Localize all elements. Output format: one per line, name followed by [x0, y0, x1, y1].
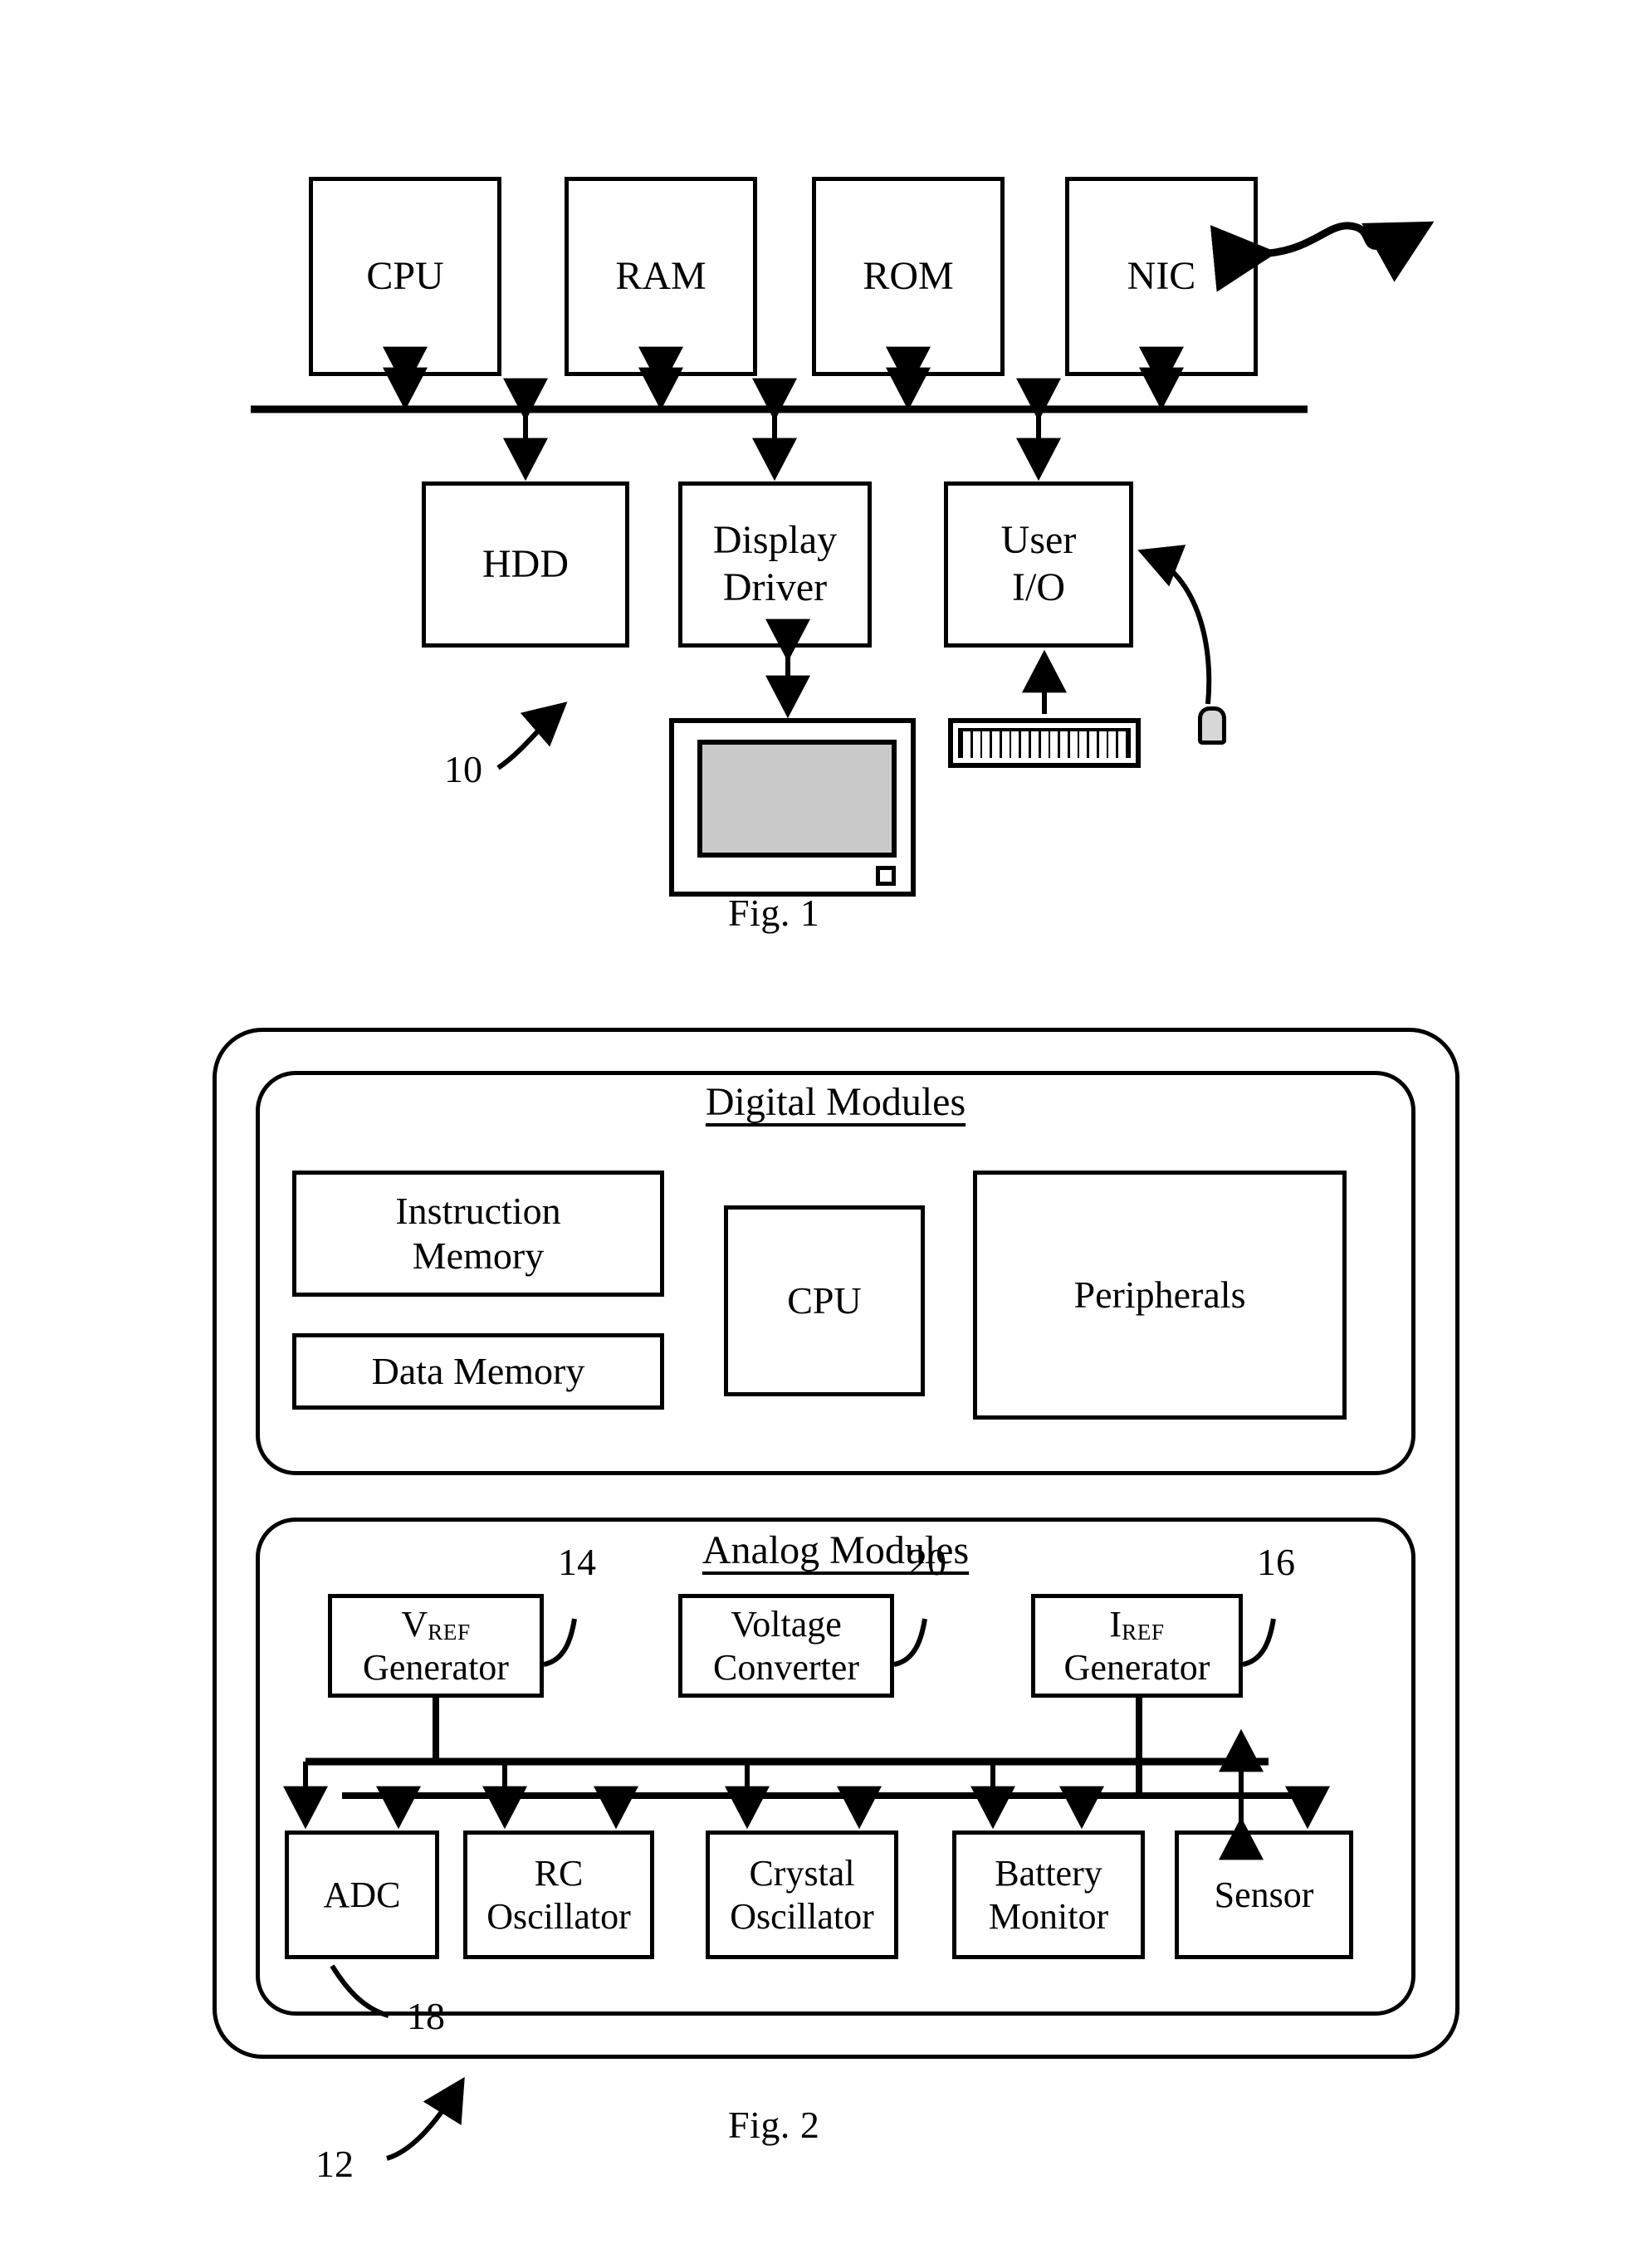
keyboard-row: [963, 746, 1126, 754]
fig1-block-display-driver-label: Display Driver: [710, 517, 840, 611]
fig1-block-user-io: User I/O: [944, 481, 1133, 648]
fig1-ref-numeral: 10: [444, 748, 482, 790]
fig2-iref-symbol: I: [1109, 1603, 1122, 1645]
fig1-block-hdd-label: HDD: [482, 541, 569, 586]
fig2-ref-numeral-vref: 14: [558, 1541, 596, 1583]
keyboard-row: [963, 739, 1126, 746]
fig2-cpu-label: CPU: [787, 1278, 862, 1322]
fig1-block-hdd: HDD: [422, 481, 629, 648]
fig2-rc-oscillator-line2: Oscillator: [486, 1895, 631, 1937]
fig2-block-instruction-memory: Instruction Memory: [292, 1171, 664, 1297]
fig1-ref-leader-10: [496, 701, 568, 770]
fig2-voltage-converter-line2: Converter: [713, 1646, 859, 1688]
keyboard-device: [948, 718, 1141, 768]
fig2-ref-numeral-adc: 18: [407, 1995, 445, 2037]
fig2-ref-numeral-chip: 12: [315, 2143, 354, 2185]
fig2-block-crystal-oscillator: Crystal Oscillator: [706, 1831, 898, 1959]
fig2-instruction-memory-line2: Memory: [412, 1234, 545, 1277]
fig1-display-driver-line2: Driver: [722, 565, 828, 609]
fig1-display-driver-line1: Display: [712, 518, 838, 563]
fig2-crystal-oscillator-line2: Oscillator: [730, 1895, 874, 1937]
mouse-device: [1198, 706, 1226, 745]
fig2-iref-line2: Generator: [1063, 1646, 1210, 1688]
fig2-crystal-oscillator-line1: Crystal: [749, 1852, 855, 1894]
monitor-screen: [697, 740, 897, 858]
fig1-block-user-io-label: User I/O: [998, 517, 1080, 611]
fig2-block-sensor: Sensor: [1175, 1831, 1353, 1959]
fig1-caption: Fig. 1: [728, 892, 820, 934]
fig2-data-memory-label: Data Memory: [371, 1349, 585, 1392]
fig2-vref-subscript: REF: [428, 1619, 471, 1645]
fig2-vref-symbol: V: [401, 1603, 428, 1645]
fig2-instruction-memory-line1: Instruction: [395, 1189, 561, 1232]
fig2-vref-line2: Generator: [363, 1646, 509, 1688]
fig2-block-cpu: CPU: [724, 1205, 925, 1396]
keyboard-key-field: [958, 728, 1131, 761]
fig2-block-data-memory: Data Memory: [292, 1333, 664, 1410]
fig2-block-battery-monitor: Battery Monitor: [952, 1831, 1145, 1959]
fig1-block-display-driver: Display Driver: [678, 481, 872, 648]
keyboard-row: [963, 731, 1126, 739]
fig2-rc-oscillator-line1: RC: [534, 1852, 584, 1894]
fig2-battery-monitor-line1: Battery: [995, 1852, 1102, 1894]
keyboard-row: [963, 754, 1126, 761]
fig1-block-cpu-label: CPU: [366, 253, 444, 298]
monitor-power-led: [876, 866, 896, 886]
fig2-block-voltage-converter: Voltage Converter: [678, 1594, 894, 1698]
fig2-voltage-converter-line1: Voltage: [731, 1603, 842, 1645]
fig1-user-io-line1: User: [1000, 518, 1077, 563]
fig1-block-rom-label: ROM: [863, 253, 954, 298]
fig1-block-ram: RAM: [565, 177, 757, 376]
fig2-ref-numeral-voltage-converter: 20: [908, 1541, 946, 1583]
fig2-block-peripherals: Peripherals: [973, 1171, 1347, 1420]
fig2-sensor-label: Sensor: [1214, 1874, 1314, 1915]
fig2-analog-modules-title: Analog Modules: [702, 1528, 970, 1572]
monitor-device: [669, 718, 916, 897]
fig1-block-rom: ROM: [812, 177, 1005, 376]
figure-sheet: CPU RAM ROM NIC HDD Display Driver User …: [0, 0, 1628, 2268]
fig2-caption: Fig. 2: [728, 2104, 820, 2146]
fig2-adc-label: ADC: [323, 1874, 401, 1915]
fig1-user-io-line2: I/O: [1012, 565, 1065, 609]
fig2-block-adc: ADC: [285, 1831, 439, 1959]
fig1-arrow-mouse-user-io: [1137, 545, 1212, 705]
fig1-block-ram-label: RAM: [615, 253, 706, 298]
fig2-block-iref-generator: IREF Generator: [1031, 1594, 1243, 1698]
fig2-ref-numeral-iref: 16: [1257, 1541, 1295, 1583]
fig2-battery-monitor-line2: Monitor: [988, 1895, 1109, 1937]
fig2-digital-modules-title: Digital Modules: [705, 1080, 966, 1124]
wireless-link-arrow: [1210, 221, 1435, 292]
fig1-block-nic-label: NIC: [1127, 253, 1196, 298]
fig2-ref-leader-12: [386, 2076, 465, 2161]
fig2-peripherals-label: Peripherals: [1073, 1273, 1246, 1316]
fig1-block-nic: NIC: [1065, 177, 1258, 376]
fig2-block-vref-generator: VREF Generator: [328, 1594, 544, 1698]
fig2-iref-subscript: REF: [1122, 1619, 1165, 1645]
fig2-block-rc-oscillator: RC Oscillator: [463, 1831, 654, 1959]
fig1-block-cpu: CPU: [309, 177, 501, 376]
